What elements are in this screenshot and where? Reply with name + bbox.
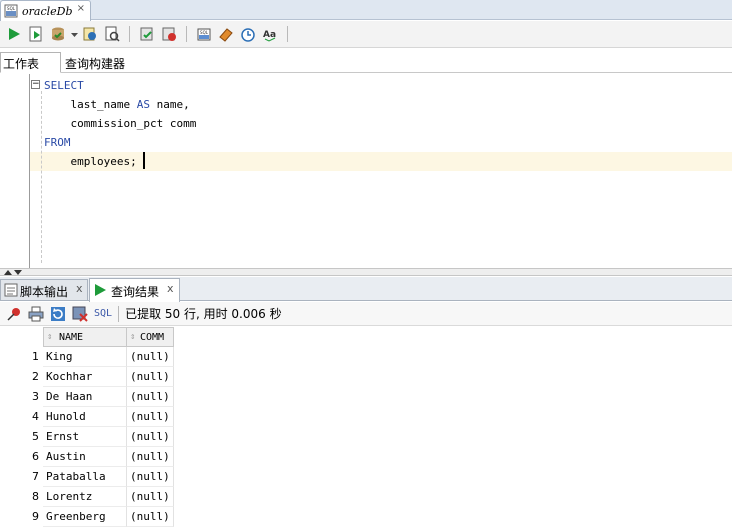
tab-query-result-label: 查询结果 — [111, 285, 160, 299]
explain-plan-icon[interactable] — [82, 26, 98, 42]
row-number: 4 — [32, 410, 39, 423]
sort-icon[interactable]: ⇕ — [130, 328, 135, 346]
code-keyword: AS — [136, 98, 150, 111]
fetch-status-text: 已提取 50 行, 用时 0.006 秒 — [125, 307, 282, 321]
tab-script-output[interactable]: 脚本输出 x — [0, 279, 88, 301]
clear-eraser-icon[interactable] — [218, 26, 234, 42]
toolbar-separator — [287, 26, 288, 42]
cell-comm[interactable]: (null) — [127, 367, 174, 387]
code-line-1: SELECT — [44, 79, 84, 92]
code-text: last_name — [44, 98, 137, 111]
close-tab-icon[interactable]: x — [76, 282, 83, 295]
code-line-4: FROM — [44, 136, 71, 149]
toolbar-separator — [129, 26, 130, 42]
cancel-query-icon[interactable] — [72, 306, 88, 322]
tab-worksheet-label: 工作表 — [3, 57, 40, 71]
row-number: 8 — [32, 490, 39, 503]
cell-name[interactable]: Greenberg — [43, 507, 127, 527]
pin-icon[interactable] — [6, 306, 22, 322]
column-header-label: COMM — [140, 332, 165, 343]
row-number: 9 — [32, 510, 39, 523]
code-line-3: commission_pct comm — [44, 117, 197, 130]
row-number: 7 — [32, 470, 39, 483]
code-line-5: employees; — [44, 155, 137, 168]
cell-name[interactable]: Pataballa — [43, 467, 127, 487]
close-tab-icon[interactable]: × — [77, 3, 85, 14]
play-result-icon — [95, 284, 106, 296]
toolbar-separator — [186, 26, 187, 42]
cell-name[interactable]: Lorentz — [43, 487, 127, 507]
text-caret — [143, 152, 145, 169]
refresh-icon[interactable] — [50, 306, 66, 322]
row-number: 3 — [32, 390, 39, 403]
cell-name[interactable]: Austin — [43, 447, 127, 467]
cell-name[interactable]: Ernst — [43, 427, 127, 447]
rollback-icon[interactable] — [161, 26, 177, 42]
cell-comm[interactable]: (null) — [127, 407, 174, 427]
document-tab-title: oracleDb — [22, 4, 73, 18]
row-number: 1 — [32, 350, 39, 363]
script-output-icon — [4, 283, 18, 297]
code-line-2: last_name AS name, — [44, 95, 190, 114]
cell-name[interactable]: King — [43, 347, 127, 367]
row-number: 5 — [32, 430, 39, 443]
print-icon[interactable] — [28, 306, 44, 322]
pane-splitter[interactable] — [0, 268, 732, 276]
sql-tuning-icon[interactable]: SQL — [196, 26, 212, 42]
row-number: 2 — [32, 370, 39, 383]
svg-text:SQL: SQL — [200, 30, 209, 35]
worksheet-toolbar: SQL Aa — [0, 21, 732, 48]
toolbar-separator — [118, 305, 120, 322]
document-tab-oracledb[interactable]: SQL oracleDb × — [0, 0, 91, 21]
fold-guide — [41, 91, 42, 263]
sort-icon[interactable]: ⇕ — [47, 328, 52, 346]
cell-comm[interactable]: (null) — [127, 447, 174, 467]
sql-file-icon: SQL — [4, 4, 18, 18]
commit-icon[interactable] — [50, 26, 66, 42]
tab-query-builder[interactable]: 查询构建器 — [65, 55, 125, 72]
commit-transaction-icon[interactable] — [139, 26, 155, 42]
sql-label[interactable]: SQL — [94, 308, 112, 319]
dropdown-arrow-icon[interactable] — [70, 26, 79, 42]
column-header-name[interactable]: ⇕ NAME — [43, 327, 127, 347]
tab-query-result[interactable]: 查询结果 x — [89, 278, 180, 302]
cell-comm[interactable]: (null) — [127, 427, 174, 447]
editor-gutter-border — [29, 74, 30, 268]
cell-comm[interactable]: (null) — [127, 387, 174, 407]
column-header-label: NAME — [59, 332, 84, 343]
cell-name[interactable]: Hunold — [43, 407, 127, 427]
splitter-arrows-icon[interactable] — [2, 269, 26, 277]
code-text: name, — [149, 98, 190, 111]
fold-toggle-icon[interactable]: − — [31, 80, 40, 89]
cell-comm[interactable]: (null) — [127, 507, 174, 527]
sql-history-icon[interactable] — [240, 26, 256, 42]
cell-comm[interactable]: (null) — [127, 467, 174, 487]
result-toolbar: SQL 已提取 50 行, 用时 0.006 秒 — [0, 302, 732, 326]
cell-name[interactable]: De Haan — [43, 387, 127, 407]
close-tab-icon[interactable]: x — [167, 282, 174, 295]
autotrace-icon[interactable] — [104, 26, 120, 42]
cell-comm[interactable]: (null) — [127, 487, 174, 507]
document-tab-strip — [0, 0, 732, 20]
column-header-comm[interactable]: ⇕ COMM — [126, 327, 174, 347]
format-case-icon[interactable]: Aa — [262, 26, 278, 42]
row-number: 6 — [32, 450, 39, 463]
run-script-icon[interactable] — [28, 26, 44, 42]
svg-text:SQL: SQL — [7, 6, 16, 11]
cell-comm[interactable]: (null) — [127, 347, 174, 367]
tab-script-output-label: 脚本输出 — [20, 285, 69, 299]
cell-name[interactable]: Kochhar — [43, 367, 127, 387]
run-statement-icon[interactable] — [6, 26, 22, 42]
